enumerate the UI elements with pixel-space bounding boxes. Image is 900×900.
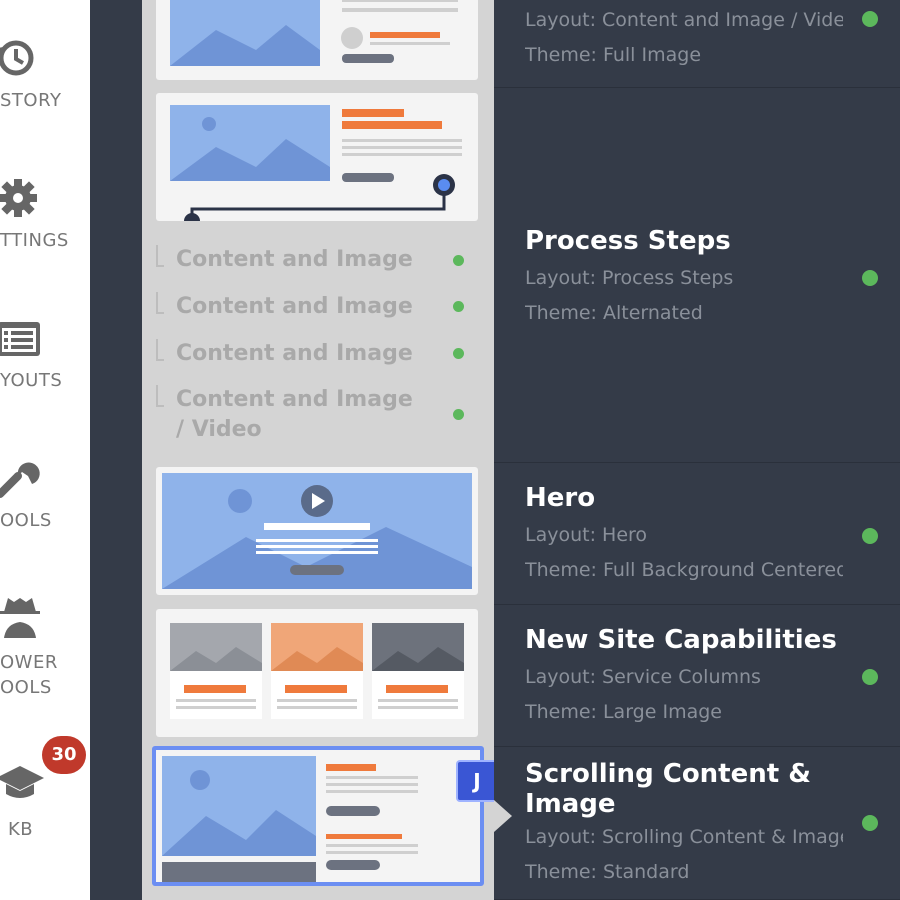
row-title: Scrolling Content & Image bbox=[525, 759, 811, 819]
sidebar-label-power-tools-1: OWER bbox=[0, 652, 58, 673]
thumbnail-illustration bbox=[170, 623, 464, 719]
divider-strip bbox=[90, 0, 142, 900]
thumbnail-hero[interactable] bbox=[156, 467, 478, 595]
thumbnail-service-columns[interactable] bbox=[156, 609, 478, 737]
sub-item-label: Content and Image bbox=[176, 294, 413, 319]
row-theme-text: Theme: Large Image bbox=[525, 701, 722, 723]
row-theme-text: Theme: Alternated bbox=[525, 302, 703, 324]
sidebar-label-tools: OOLS bbox=[0, 510, 52, 531]
selection-pointer bbox=[494, 800, 512, 832]
thumbnail-illustration bbox=[170, 105, 462, 221]
sub-item-label: Content and Image / Video bbox=[176, 387, 413, 442]
sidebar-item-layouts[interactable]: YOUTS bbox=[0, 310, 90, 420]
graduation-cap-icon bbox=[0, 766, 44, 798]
spy-icon bbox=[0, 598, 40, 638]
row-layout-text: Layout: Process Steps bbox=[525, 267, 734, 289]
thumbnail-scrolling-content-image[interactable] bbox=[152, 746, 484, 886]
tree-connector bbox=[156, 292, 164, 314]
history-icon bbox=[0, 40, 34, 76]
tree-connector bbox=[156, 245, 164, 267]
list-row-content-image-video[interactable]: Layout: Content and Image / Video Theme:… bbox=[494, 0, 900, 88]
row-title: New Site Capabilities bbox=[525, 625, 837, 655]
sidebar-label-settings: TTINGS bbox=[0, 230, 69, 251]
layout-thumbnail-panel: Content and Image Content and Image Cont… bbox=[142, 0, 494, 900]
gear-icon bbox=[0, 179, 37, 217]
sub-item-label: Content and Image bbox=[176, 341, 413, 366]
row-theme-text: Theme: Full Image bbox=[525, 44, 702, 66]
status-dot bbox=[862, 11, 878, 27]
row-theme-text: Theme: Standard bbox=[525, 861, 690, 883]
row-layout-text: Layout: Hero bbox=[525, 524, 648, 546]
status-dot bbox=[862, 528, 878, 544]
left-sidebar: STORY TTINGS YOUTS OOLS OWER OOLS KB 30 bbox=[0, 0, 90, 900]
sidebar-item-power-tools[interactable]: OWER OOLS bbox=[0, 590, 90, 700]
sidebar-item-settings[interactable]: TTINGS bbox=[0, 170, 90, 280]
row-layout-text: Layout: Content and Image / Video bbox=[525, 9, 843, 31]
thumbnail-content-image-video[interactable] bbox=[156, 0, 478, 80]
row-title: Hero bbox=[525, 483, 596, 513]
thumbnail-illustration bbox=[170, 0, 458, 66]
selected-badge[interactable]: J bbox=[456, 760, 498, 802]
thumbnail-illustration bbox=[162, 473, 472, 589]
row-layout-text: Layout: Scrolling Content & Image bbox=[525, 826, 843, 848]
sidebar-label-layouts: YOUTS bbox=[0, 370, 63, 391]
tree-connector bbox=[156, 385, 164, 407]
list-row-scrolling-content-image[interactable]: Scrolling Content & Image Layout: Scroll… bbox=[494, 747, 900, 900]
row-title: Process Steps bbox=[525, 226, 731, 256]
layout-list: Layout: Content and Image / Video Theme:… bbox=[494, 0, 900, 900]
status-dot bbox=[862, 815, 878, 831]
status-dot bbox=[453, 348, 464, 359]
kb-notification-badge: 30 bbox=[42, 736, 86, 774]
sidebar-label-power-tools-2: OOLS bbox=[0, 677, 52, 698]
status-dot bbox=[453, 409, 464, 420]
status-dot bbox=[862, 669, 878, 685]
thumbnail-illustration bbox=[162, 756, 418, 882]
row-theme-text: Theme: Full Background Centered bbox=[525, 559, 843, 581]
list-row-new-site-capabilities[interactable]: New Site Capabilities Layout: Service Co… bbox=[494, 605, 900, 747]
status-dot bbox=[453, 301, 464, 312]
sub-item-label: Content and Image bbox=[176, 247, 413, 272]
sidebar-label-kb: KB bbox=[8, 819, 34, 840]
list-row-process-steps[interactable]: Process Steps Layout: Process Steps Them… bbox=[494, 88, 900, 463]
tree-connector bbox=[156, 339, 164, 361]
sidebar-label-history: STORY bbox=[0, 90, 62, 111]
wrench-icon bbox=[0, 462, 40, 498]
row-layout-text: Layout: Service Columns bbox=[525, 666, 761, 688]
status-dot bbox=[453, 255, 464, 266]
list-row-hero[interactable]: Hero Layout: Hero Theme: Full Background… bbox=[494, 463, 900, 605]
status-dot bbox=[862, 270, 878, 286]
thumbnail-process-steps[interactable] bbox=[156, 93, 478, 221]
sidebar-item-tools[interactable]: OOLS bbox=[0, 450, 90, 560]
sidebar-item-history[interactable]: STORY bbox=[0, 30, 90, 140]
layouts-icon bbox=[0, 322, 40, 356]
